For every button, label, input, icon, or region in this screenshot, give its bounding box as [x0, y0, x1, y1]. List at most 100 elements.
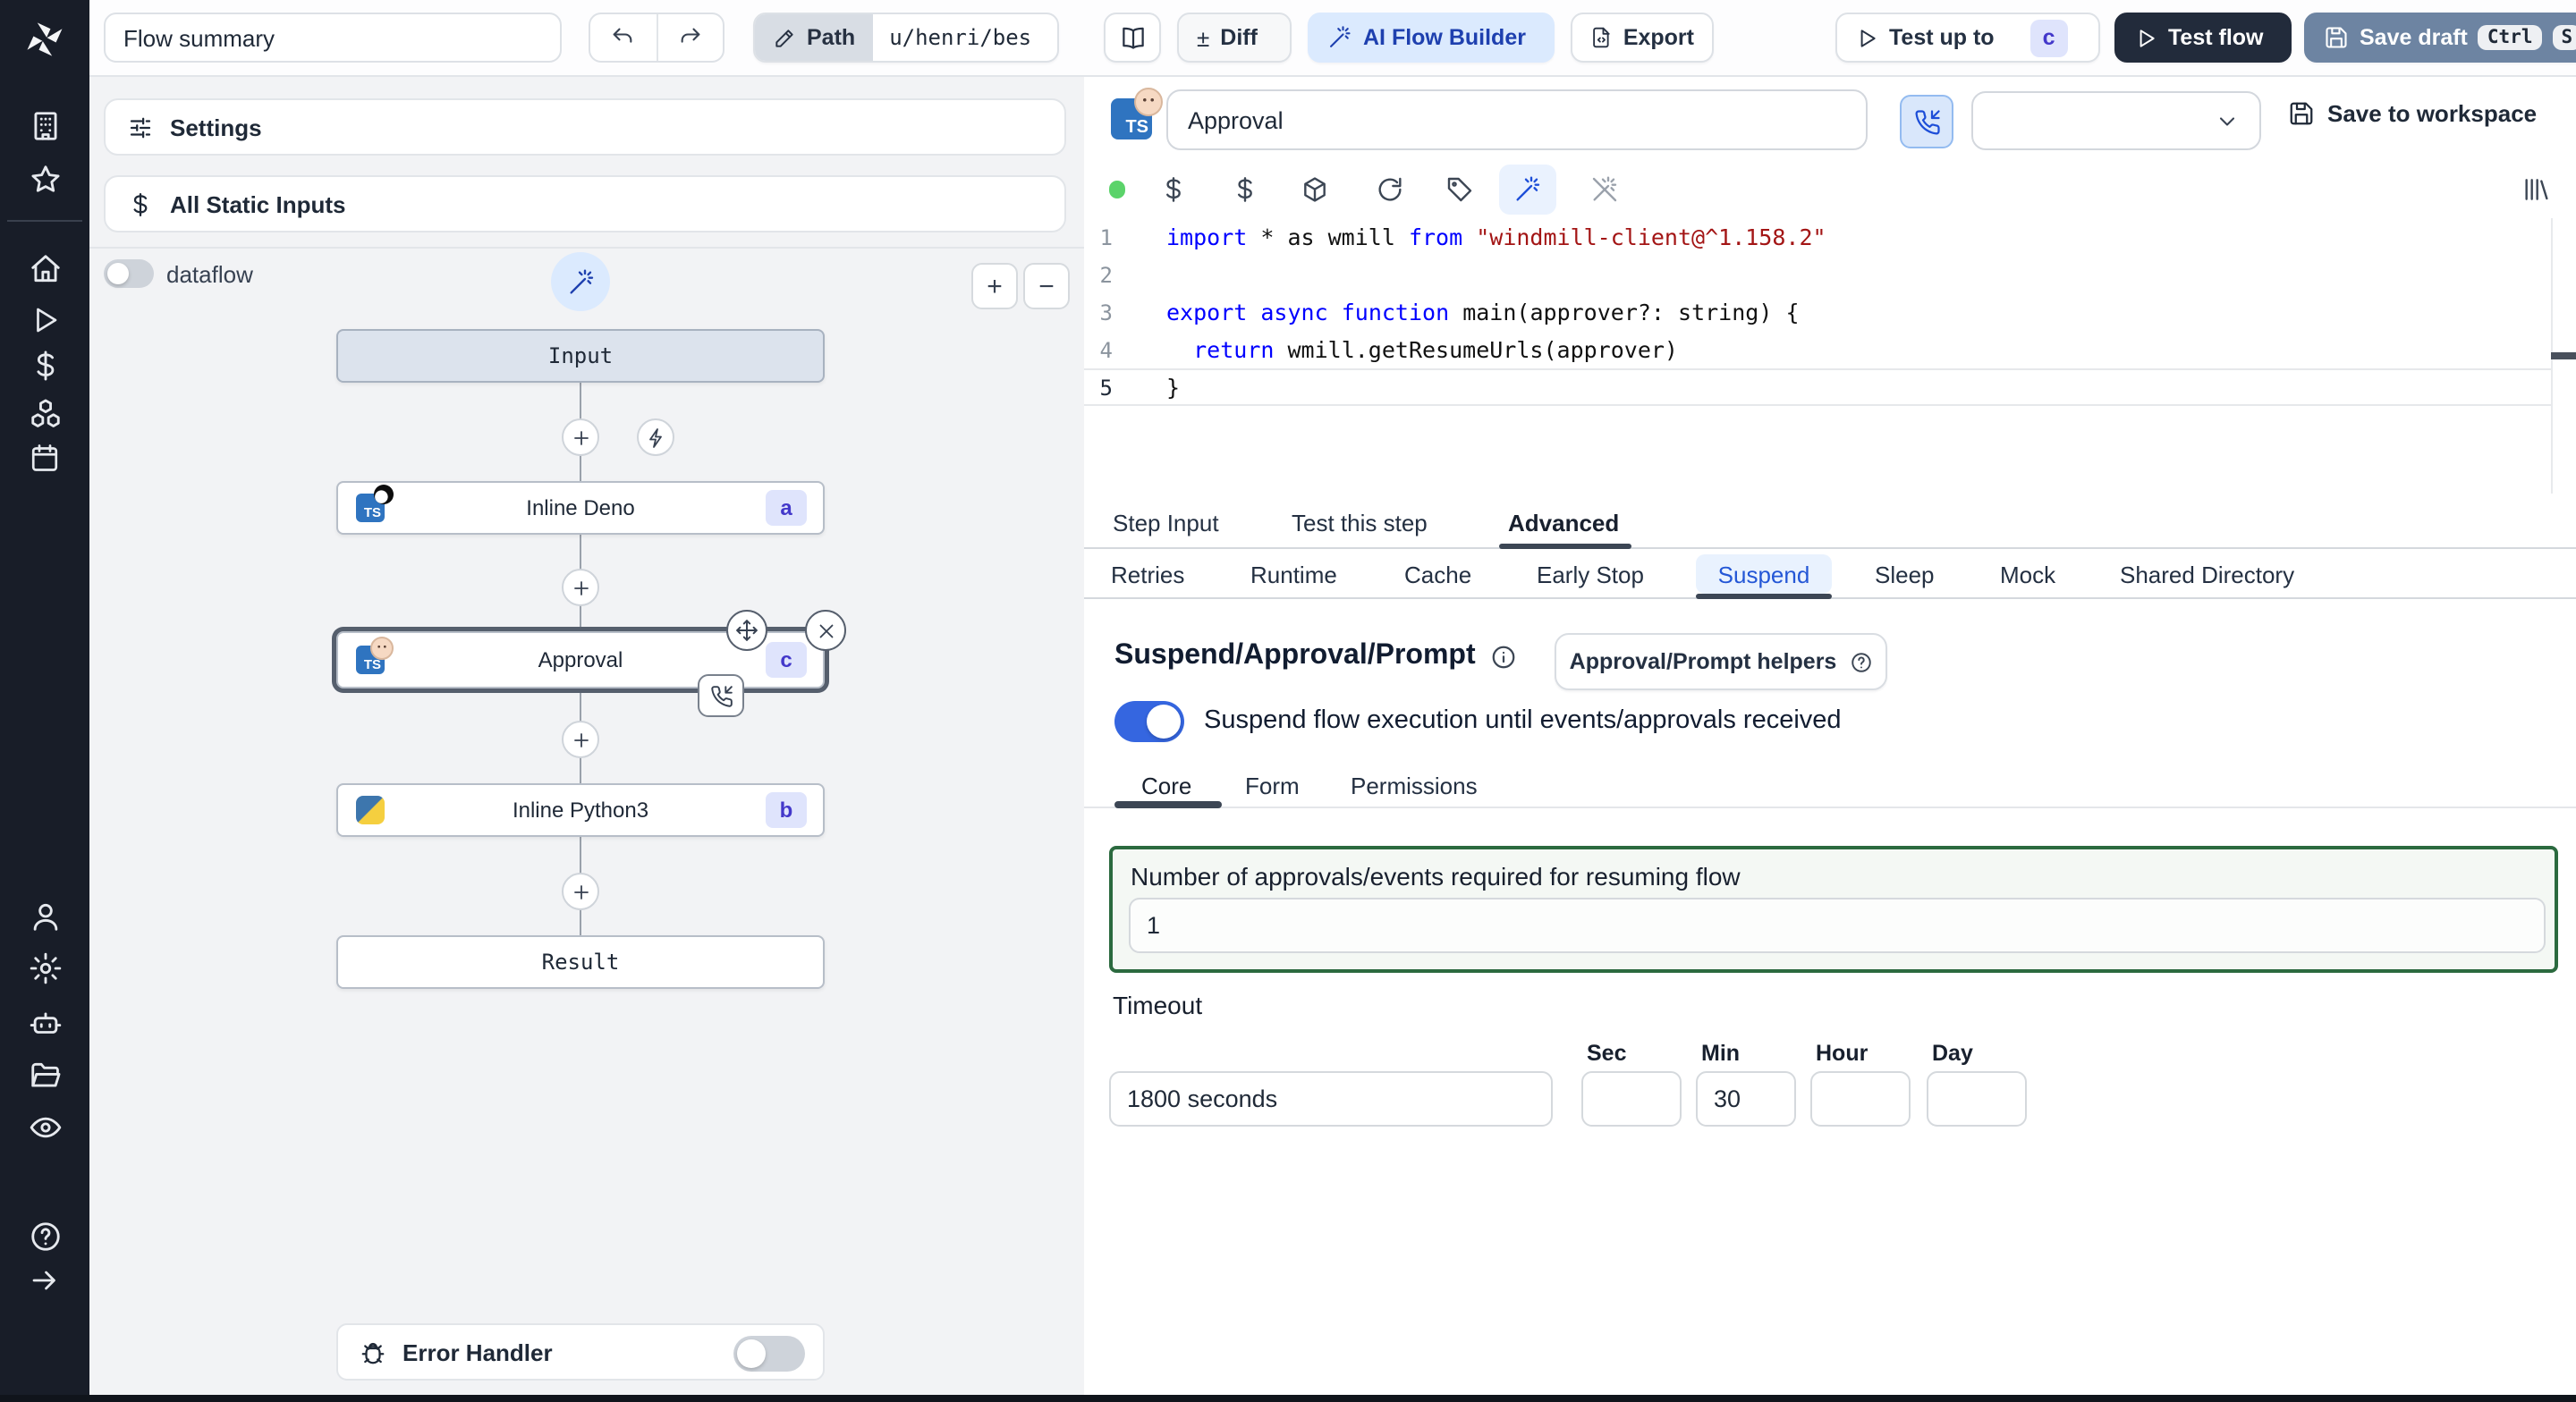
tag-icon — [1445, 175, 1474, 204]
dataflow-toggle[interactable] — [104, 259, 154, 288]
schedules-calendar-icon[interactable] — [0, 431, 89, 485]
error-handler-row[interactable]: Error Handler — [336, 1323, 825, 1381]
test-flow-button[interactable]: Test flow — [2114, 13, 2292, 63]
helpers-button-label: Approval/Prompt helpers — [1569, 649, 1837, 674]
panel-divider — [89, 247, 1084, 249]
tab-permissions[interactable]: Permissions — [1351, 773, 1478, 799]
tab-advanced-active[interactable]: Advanced — [1508, 510, 1619, 536]
home-icon[interactable] — [0, 241, 89, 295]
edit-path-button[interactable]: Path — [755, 14, 874, 61]
step-title-input[interactable] — [1166, 89, 1868, 150]
sec-label: Sec — [1587, 1041, 1627, 1066]
package-button[interactable] — [1299, 173, 1331, 206]
export-button[interactable]: Export — [1571, 13, 1714, 63]
tab-early-stop[interactable]: Early Stop — [1537, 562, 1644, 588]
favorites-star-icon[interactable] — [0, 152, 89, 206]
workers-robot-icon[interactable] — [0, 996, 89, 1050]
delete-step-button[interactable] — [805, 610, 846, 651]
step-node-inline-deno[interactable]: TS Inline Deno a — [336, 481, 825, 535]
settings-label: Settings — [170, 114, 262, 140]
workspace-building-icon[interactable] — [0, 98, 89, 152]
tab-suspend-active[interactable]: Suspend — [1696, 554, 1832, 594]
step-node-inline-python3[interactable]: Inline Python3 b — [336, 783, 825, 837]
tab-test-this-step[interactable]: Test this step — [1292, 510, 1428, 536]
timeout-total-input[interactable] — [1109, 1071, 1553, 1127]
step-id-badge: b — [766, 792, 807, 828]
status-dot — [1109, 181, 1125, 198]
undo-button[interactable] — [590, 14, 658, 61]
variables-dollar-icon[interactable] — [0, 338, 89, 392]
timeout-day-input[interactable] — [1927, 1071, 2027, 1127]
settings-gear-icon[interactable] — [0, 941, 89, 994]
docs-book-button[interactable] — [1104, 13, 1161, 63]
move-step-button[interactable] — [726, 610, 767, 651]
timeout-hour-input[interactable] — [1810, 1071, 1911, 1127]
code-editor[interactable]: 1 import * as wmill from "windmill-clien… — [1084, 218, 2576, 494]
diff-button[interactable]: ± Diff — [1177, 13, 1292, 63]
timeout-sec-input[interactable] — [1581, 1071, 1682, 1127]
zoom-out-button[interactable]: − — [1023, 263, 1070, 309]
expand-sidebar-arrow-icon[interactable] — [0, 1254, 89, 1307]
tag-button[interactable] — [1444, 173, 1476, 206]
approval-phone-button[interactable] — [1900, 95, 1953, 148]
error-handler-label: Error Handler — [402, 1339, 553, 1365]
path-value[interactable]: u/henri/bes — [873, 14, 1047, 61]
close-icon — [815, 620, 836, 641]
users-icon[interactable] — [0, 889, 89, 942]
day-label: Day — [1932, 1041, 1973, 1066]
tab-mock[interactable]: Mock — [2000, 562, 2055, 588]
insert-trigger-button[interactable] — [637, 418, 674, 456]
save-to-workspace-label: Save to workspace — [2327, 100, 2538, 127]
insert-step-button[interactable] — [562, 418, 599, 456]
test-up-to-button[interactable]: Test up to c — [1835, 13, 2100, 63]
windmill-logo-icon[interactable] — [0, 13, 89, 66]
tab-form[interactable]: Form — [1245, 773, 1300, 799]
save-to-workspace-button[interactable]: Save to workspace — [2288, 100, 2537, 127]
save-draft-label: Save draft — [2360, 25, 2468, 50]
folders-icon[interactable] — [0, 1048, 89, 1102]
approvals-required-input[interactable] — [1129, 898, 2546, 953]
script-version-select[interactable] — [1971, 91, 2261, 150]
all-static-inputs-row[interactable]: All Static Inputs — [104, 175, 1066, 232]
insert-step-button[interactable] — [562, 569, 599, 606]
zoom-in-button[interactable]: + — [971, 263, 1018, 309]
line-number: 3 — [1099, 300, 1113, 325]
ai-flow-builder-label: AI Flow Builder — [1363, 25, 1526, 50]
tab-retries[interactable]: Retries — [1111, 562, 1184, 588]
tab-runtime[interactable]: Runtime — [1250, 562, 1337, 588]
tab-core-active[interactable]: Core — [1141, 773, 1191, 799]
info-icon[interactable] — [1490, 643, 1517, 670]
redo-button[interactable] — [658, 14, 723, 61]
flow-summary-field[interactable] — [104, 13, 562, 63]
tab-cache[interactable]: Cache — [1404, 562, 1471, 588]
ai-disabled-button[interactable] — [1589, 173, 1621, 206]
step-detail-panel: TS Save to workspace 1 import * as wmil — [1084, 75, 2576, 1395]
suspend-heading-row: Suspend/Approval/Prompt — [1114, 640, 1517, 672]
timeout-min-input[interactable] — [1696, 1071, 1796, 1127]
suspend-toggle-on[interactable] — [1114, 701, 1184, 742]
approval-prompt-helpers-button[interactable]: Approval/Prompt helpers — [1555, 633, 1887, 690]
test-up-to-step-badge: c — [2029, 19, 2068, 56]
tab-shared-directory[interactable]: Shared Directory — [2120, 562, 2294, 588]
save-draft-button[interactable]: Save draft Ctrl S — [2304, 13, 2576, 63]
error-handler-toggle[interactable] — [733, 1336, 805, 1372]
result-node[interactable]: Result — [336, 935, 825, 989]
reload-button[interactable] — [1374, 173, 1406, 206]
flow-settings-row[interactable]: Settings — [104, 98, 1066, 156]
ai-assistant-button-active[interactable] — [1499, 165, 1556, 215]
input-node[interactable]: Input — [336, 329, 825, 383]
tab-sleep[interactable]: Sleep — [1875, 562, 1935, 588]
insert-step-button[interactable] — [562, 721, 599, 758]
flow-summary-input[interactable] — [123, 24, 542, 51]
resources-dollar-button[interactable] — [1229, 173, 1261, 206]
tab-step-input[interactable]: Step Input — [1113, 510, 1219, 536]
ai-flow-builder-button[interactable]: AI Flow Builder — [1308, 13, 1555, 63]
library-button[interactable] — [2519, 173, 2551, 206]
audit-eye-icon[interactable] — [0, 1100, 89, 1153]
insert-step-button[interactable] — [562, 873, 599, 910]
step-tabs: Step Input Test this step Advanced — [1084, 497, 2576, 549]
approvals-required-box: Number of approvals/events required for … — [1109, 846, 2558, 973]
approval-phone-badge[interactable] — [698, 674, 744, 717]
variables-dollar-button[interactable] — [1157, 173, 1190, 206]
ai-assist-wand-button[interactable] — [551, 252, 610, 311]
